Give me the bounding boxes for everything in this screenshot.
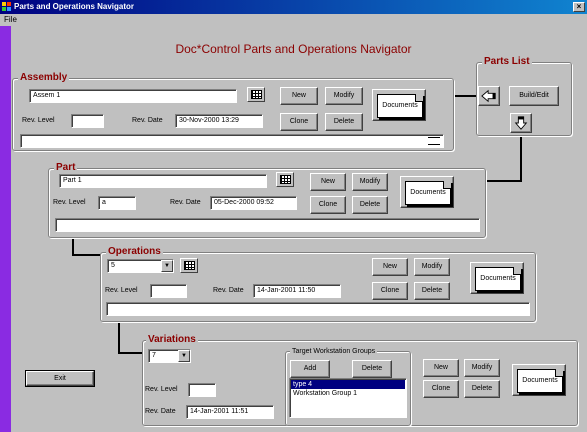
operations-select[interactable]: 5 ▼ xyxy=(107,259,174,273)
variations-modify-button[interactable]: Modify xyxy=(464,359,500,377)
operations-select-value: 5 xyxy=(111,262,115,269)
page-heading: Doc*Control Parts and Operations Navigat… xyxy=(175,42,412,56)
list-item[interactable]: Workstation Group 1 xyxy=(291,389,405,398)
operations-rev-date-field[interactable]: 14-Jan-2001 11:50 xyxy=(253,284,341,298)
connector-part-operations-v xyxy=(72,236,74,256)
variations-select-value: 7 xyxy=(152,352,156,359)
assembly-name-field[interactable]: Assem 1 xyxy=(29,89,237,103)
part-rev-date-label: Rev. Date xyxy=(170,199,201,206)
target-groups-delete-button[interactable]: Delete xyxy=(352,360,392,378)
variations-rev-date-field[interactable]: 14-Jan-2001 11:51 xyxy=(186,405,274,419)
part-rev-date-field[interactable]: 05-Dec-2000 09:52 xyxy=(210,196,297,210)
part-new-button[interactable]: New xyxy=(310,173,346,191)
part-name-field[interactable]: Part 1 xyxy=(59,174,267,188)
operations-documents-button[interactable]: Documents xyxy=(470,262,524,294)
chevron-down-icon[interactable]: ▼ xyxy=(161,260,173,272)
arrow-down-icon xyxy=(514,116,528,130)
operations-new-button[interactable]: New xyxy=(372,258,408,276)
table-grid-icon xyxy=(184,261,195,270)
table-grid-icon xyxy=(251,90,262,99)
assembly-title: Assembly xyxy=(18,72,70,83)
assembly-rev-level-field[interactable] xyxy=(71,114,104,128)
title-bar: Parts and Operations Navigator xyxy=(0,0,587,14)
operations-clone-button[interactable]: Clone xyxy=(372,282,408,300)
connector-assembly-partslist xyxy=(454,95,476,97)
assembly-documents-button[interactable]: Documents xyxy=(372,89,426,121)
variations-delete-button[interactable]: Delete xyxy=(464,380,500,398)
variations-documents-button[interactable]: Documents xyxy=(512,364,566,396)
variations-rev-level-field[interactable] xyxy=(188,383,216,397)
operations-status-bar xyxy=(106,302,530,316)
list-item[interactable]: type 4 xyxy=(291,380,405,389)
window-title: Parts and Operations Navigator xyxy=(14,2,135,11)
variations-rev-date-label: Rev. Date xyxy=(145,408,176,415)
operations-documents-label: Documents xyxy=(475,267,521,291)
close-icon: × xyxy=(576,2,582,11)
side-strip xyxy=(0,26,11,432)
target-groups-title: Target Workstation Groups xyxy=(290,347,378,357)
variations-new-button[interactable]: New xyxy=(423,359,459,377)
part-modify-button[interactable]: Modify xyxy=(352,173,388,191)
parts-down-button[interactable] xyxy=(510,113,532,133)
connector-partslist-down xyxy=(520,135,522,182)
target-groups-list[interactable]: type 4 Workstation Group 1 xyxy=(289,378,407,418)
menu-file[interactable]: File xyxy=(4,14,17,25)
assembly-status-bar xyxy=(20,134,444,148)
assembly-rev-date-field[interactable]: 30-Nov-2000 13:29 xyxy=(175,114,263,128)
table-grid-icon xyxy=(280,175,291,184)
operations-rev-level-label: Rev. Level xyxy=(105,287,138,294)
app-grid-icon xyxy=(2,2,11,11)
operations-delete-button[interactable]: Delete xyxy=(414,282,450,300)
variations-select[interactable]: 7 ▼ xyxy=(148,349,191,363)
connector-operations-variations-h xyxy=(118,352,144,354)
assembly-delete-button[interactable]: Delete xyxy=(325,113,363,131)
assembly-new-button[interactable]: New xyxy=(280,87,318,105)
connector-partslist-part xyxy=(486,180,522,182)
parts-list-title: Parts List xyxy=(482,56,532,67)
target-groups-add-button[interactable]: Add xyxy=(290,360,330,378)
assembly-rev-date-label: Rev. Date xyxy=(132,117,163,124)
part-list-button[interactable] xyxy=(276,172,294,187)
part-documents-label: Documents xyxy=(405,181,451,205)
part-documents-button[interactable]: Documents xyxy=(400,176,454,208)
parts-back-button[interactable] xyxy=(478,86,500,106)
part-clone-button[interactable]: Clone xyxy=(310,196,346,214)
close-button[interactable]: × xyxy=(573,2,585,12)
part-status-bar xyxy=(55,218,480,232)
assembly-scroll-grip[interactable] xyxy=(428,137,440,145)
chevron-down-icon[interactable]: ▼ xyxy=(178,350,190,362)
connector-part-operations-h xyxy=(72,254,102,256)
part-delete-button[interactable]: Delete xyxy=(352,196,388,214)
assembly-clone-button[interactable]: Clone xyxy=(280,113,318,131)
part-rev-level-label: Rev. Level xyxy=(53,199,86,206)
build-edit-button[interactable]: Build/Edit xyxy=(509,86,559,106)
exit-button[interactable]: Exit xyxy=(25,370,95,387)
assembly-rev-level-label: Rev. Level xyxy=(22,117,55,124)
part-title: Part xyxy=(54,162,78,173)
variations-rev-level-label: Rev. Level xyxy=(145,386,178,393)
assembly-list-button[interactable] xyxy=(247,87,265,102)
operations-list-button[interactable] xyxy=(180,258,198,273)
part-rev-level-field[interactable]: a xyxy=(98,196,136,210)
operations-modify-button[interactable]: Modify xyxy=(414,258,450,276)
operations-title: Operations xyxy=(106,246,163,257)
menu-bar: File xyxy=(0,14,587,25)
connector-operations-variations-v xyxy=(118,322,120,354)
operations-rev-level-field[interactable] xyxy=(150,284,187,298)
assembly-modify-button[interactable]: Modify xyxy=(325,87,363,105)
variations-documents-label: Documents xyxy=(517,369,563,393)
variations-clone-button[interactable]: Clone xyxy=(423,380,459,398)
assembly-documents-label: Documents xyxy=(377,94,423,118)
arrow-left-icon xyxy=(481,89,496,103)
variations-title: Variations xyxy=(146,334,198,345)
operations-rev-date-label: Rev. Date xyxy=(213,287,244,294)
